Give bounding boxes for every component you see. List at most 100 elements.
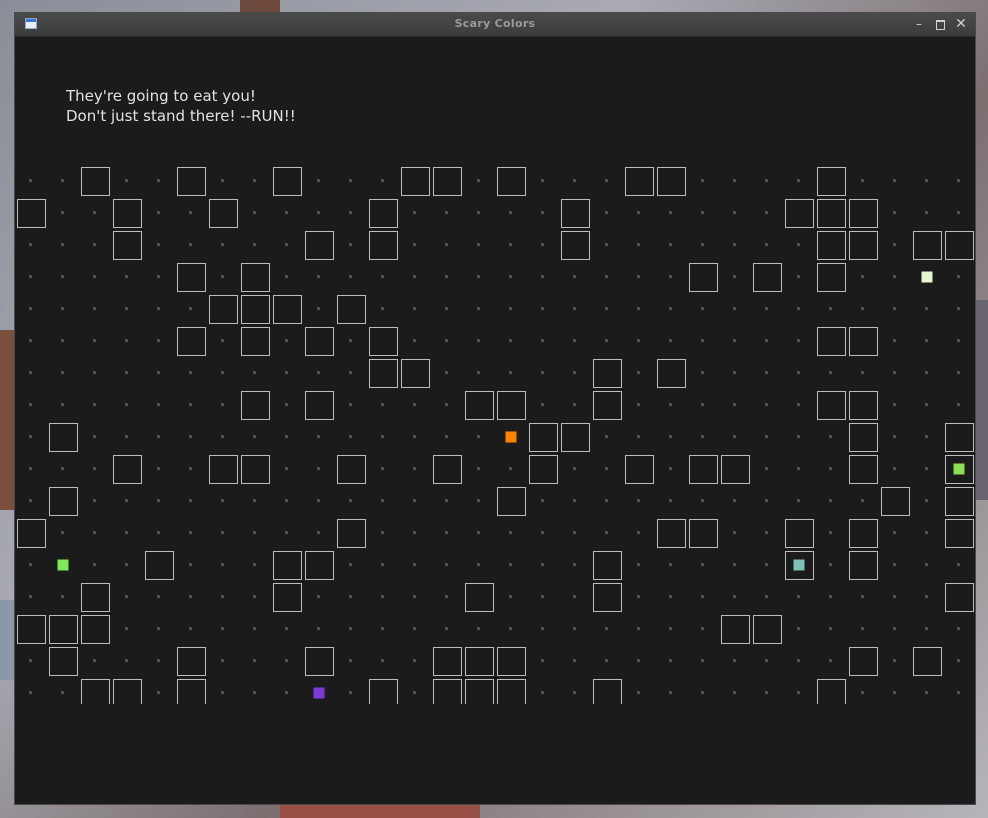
pellet-dot — [253, 627, 256, 630]
close-icon[interactable]: ✕ — [953, 16, 969, 32]
maze-wall-block — [561, 231, 590, 260]
ghost-square — [57, 559, 69, 571]
maze-wall-block — [402, 712, 430, 740]
pellet-dot — [349, 403, 352, 406]
pellet-dot — [285, 435, 288, 438]
pellet-dot — [925, 627, 928, 630]
pellet-dot — [157, 435, 160, 438]
pellet-dot — [477, 371, 480, 374]
pellet-dot — [765, 467, 768, 470]
maze-wall-block — [305, 231, 334, 260]
pellet-dot — [29, 307, 32, 310]
pellet-dot — [925, 339, 928, 342]
pellet-dot — [765, 563, 768, 566]
pellet-dot — [381, 403, 384, 406]
pellet-dot — [61, 691, 64, 694]
pellet-dot — [541, 531, 544, 534]
pellet-dot — [797, 403, 800, 406]
pellet-dot — [605, 435, 608, 438]
pellet-dot — [637, 243, 640, 246]
pellet-dot — [509, 307, 512, 310]
pellet-dot — [605, 627, 608, 630]
pellet-dot — [893, 467, 896, 470]
pellet-dot — [349, 339, 352, 342]
pellet-dot — [253, 435, 256, 438]
pellet-dot — [957, 307, 960, 310]
pellet-dot — [381, 307, 384, 310]
maximize-icon[interactable] — [932, 16, 948, 32]
pellet-dot — [125, 307, 128, 310]
maze-wall-block — [561, 199, 590, 228]
pellet-dot — [29, 243, 32, 246]
maze-wall-block — [849, 199, 878, 228]
pellet-dot — [61, 211, 64, 214]
title-bar[interactable]: Scary Colors – ✕ — [15, 13, 975, 37]
pellet-dot — [317, 723, 320, 726]
pellet-dot — [349, 371, 352, 374]
maze-wall-block — [113, 199, 142, 228]
pellet-dot — [701, 339, 704, 342]
maze-wall-block — [146, 712, 174, 740]
pellet-dot — [829, 563, 832, 566]
pellet-dot — [733, 531, 736, 534]
pellet-dot — [29, 467, 32, 470]
pellet-dot — [285, 723, 288, 726]
pellet-dot — [797, 339, 800, 342]
pellet-dot — [221, 243, 224, 246]
pellet-dot — [285, 275, 288, 278]
maze-wall-block — [177, 647, 206, 676]
pellet-dot — [765, 307, 768, 310]
maze-wall-block — [17, 615, 46, 644]
maze-wall-block — [946, 712, 974, 740]
pellet-dot — [893, 691, 896, 694]
pellet-dot — [541, 595, 544, 598]
pellet-dot — [61, 723, 64, 726]
pellet-dot — [893, 211, 896, 214]
pellet-dot — [765, 499, 768, 502]
maze-wall-block — [561, 423, 590, 452]
pellet-dot — [221, 403, 224, 406]
pellet-dot — [413, 339, 416, 342]
pellet-dot — [637, 435, 640, 438]
pellet-dot — [957, 179, 960, 182]
maze-wall-block — [849, 231, 878, 260]
maze-wall-block — [785, 519, 814, 548]
pellet-dot — [253, 595, 256, 598]
maze-wall-block — [433, 167, 462, 196]
pellet-dot — [125, 595, 128, 598]
pellet-dot — [189, 211, 192, 214]
pellet-dot — [349, 435, 352, 438]
minimize-icon[interactable]: – — [911, 16, 927, 32]
pellet-dot — [797, 659, 800, 662]
pellet-dot — [125, 499, 128, 502]
pellet-dot — [189, 499, 192, 502]
pellet-dot — [509, 243, 512, 246]
pellet-dot — [765, 179, 768, 182]
pellet-dot — [349, 275, 352, 278]
maze-wall-block — [177, 263, 206, 292]
pellet-dot — [445, 211, 448, 214]
pellet-dot — [957, 563, 960, 566]
maze-wall-block — [209, 455, 238, 484]
game-area[interactable]: They're going to eat you! Don't just sta… — [15, 37, 975, 804]
maze-wall-block — [913, 231, 942, 260]
pellet-dot — [381, 563, 384, 566]
maze-wall-block — [49, 423, 78, 452]
pellet-dot — [477, 723, 480, 726]
pellet-dot — [637, 339, 640, 342]
pellet-dot — [29, 563, 32, 566]
pellet-dot — [541, 339, 544, 342]
maze-board[interactable] — [15, 37, 975, 804]
maze-wall-block — [305, 327, 334, 356]
pellet-dot — [93, 211, 96, 214]
maze-wall-block — [913, 647, 942, 676]
maze-wall-block — [433, 455, 462, 484]
pellet-dot — [381, 435, 384, 438]
pellet-dot — [541, 691, 544, 694]
pellet-dot — [669, 307, 672, 310]
pellet-dot — [573, 371, 576, 374]
pellet-dot — [253, 691, 256, 694]
pellet-dot — [349, 211, 352, 214]
pellet-dot — [285, 243, 288, 246]
pellet-dot — [445, 275, 448, 278]
